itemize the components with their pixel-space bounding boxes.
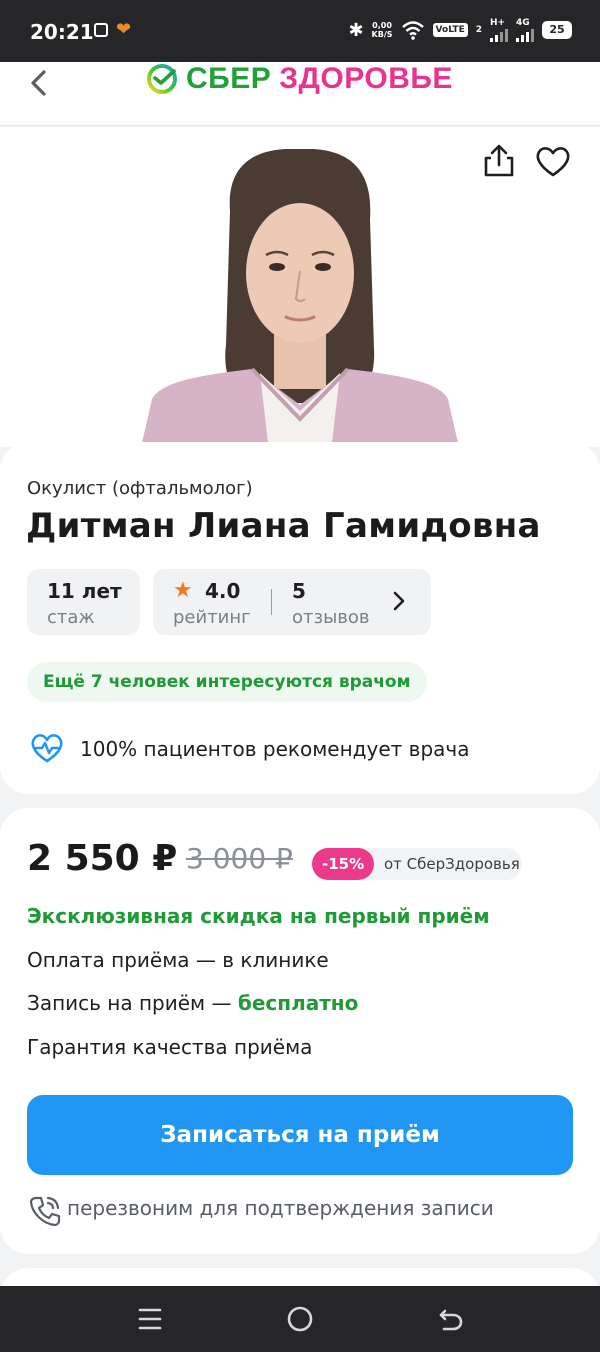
signal-bars-icon xyxy=(490,28,508,42)
logo-text-sber: СБЕР xyxy=(186,62,272,95)
doctor-photo-area xyxy=(0,127,600,447)
bluetooth-icon: ✱ xyxy=(348,19,364,41)
heart-pulse-icon xyxy=(31,734,63,763)
old-price: 3 000 ₽ xyxy=(186,842,293,875)
experience-value: 11 лет xyxy=(47,579,122,603)
rating-value: 4.0 xyxy=(205,579,241,603)
experience-label: стаж xyxy=(47,607,95,628)
chevron-right-icon xyxy=(393,591,405,611)
battery-icon: 25 xyxy=(542,21,572,39)
callback-text: перезвоним для подтверждения записи xyxy=(67,1196,494,1220)
booking-info: Запись на приём — бесплатно xyxy=(27,991,359,1015)
back-icon[interactable] xyxy=(22,66,58,102)
reviews-count: 5 xyxy=(292,579,306,603)
guarantee-info: Гарантия качества приёма xyxy=(27,1035,313,1059)
signal-h-plus: H+ xyxy=(490,18,508,42)
pricing-card: 2 550 ₽ 3 000 ₽ -15% от СберЗдоровья Экс… xyxy=(0,808,600,1254)
doctor-name: Дитман Лиана Гамидовна xyxy=(26,506,541,546)
doctor-photo xyxy=(142,149,458,443)
system-navigation-bar xyxy=(0,1286,600,1352)
app-notification-icon: ❤ xyxy=(116,19,132,40)
nfc-icon xyxy=(94,23,108,37)
doctor-specialty: Окулист (офтальмолог) xyxy=(27,478,253,499)
app-header: СБЕР ЗДОРОВЬЕ xyxy=(0,62,600,126)
phone-callback-icon xyxy=(29,1196,61,1227)
discount-source: от СберЗдоровья xyxy=(384,855,520,873)
star-icon: ★ xyxy=(173,578,193,603)
reviews-label: отзывов xyxy=(292,607,370,628)
divider xyxy=(271,589,272,615)
favorite-heart-icon[interactable] xyxy=(534,143,572,179)
current-price: 2 550 ₽ xyxy=(27,838,178,879)
status-bar: 20:21 ❤ ✱ 0,00 KB/S VoLTE 2 H+ 4G 25 xyxy=(0,0,600,62)
back-nav-icon[interactable] xyxy=(436,1306,464,1334)
discount-chip: -15% от СберЗдоровья xyxy=(312,848,522,880)
wifi-icon xyxy=(401,21,424,40)
payment-info: Оплата приёма — в клинике xyxy=(27,948,329,972)
home-icon[interactable] xyxy=(285,1304,315,1334)
doctor-info-card: Окулист (офтальмолог) Дитман Лиана Гамид… xyxy=(0,442,600,794)
book-appointment-button[interactable]: Записаться на приём xyxy=(27,1095,573,1175)
discount-badge: -15% xyxy=(312,848,375,880)
share-icon[interactable] xyxy=(481,143,517,179)
volte-badge: VoLTE xyxy=(432,23,468,37)
sim2-indicator: 2 xyxy=(475,25,482,35)
exclusive-discount-text: Эксклюзивная скидка на первый приём xyxy=(27,904,490,928)
recommendation-text: 100% пациентов рекомендует врача xyxy=(80,737,470,761)
recent-apps-icon[interactable] xyxy=(136,1306,164,1332)
sberzdorovie-logo: СБЕР ЗДОРОВЬЕ xyxy=(146,62,453,96)
rating-reviews-chip[interactable]: ★ 4.0 рейтинг 5 отзывов xyxy=(153,569,431,635)
experience-chip: 11 лет стаж xyxy=(27,569,140,635)
signal-bars-icon xyxy=(516,28,534,42)
booking-free: бесплатно xyxy=(237,991,359,1015)
network-speed: 0,00 KB/S xyxy=(371,21,393,39)
sber-logo-icon xyxy=(147,64,177,94)
interest-badge: Ещё 7 человек интересуются врачом xyxy=(27,662,427,702)
status-time: 20:21 xyxy=(30,20,94,44)
signal-4g: 4G xyxy=(516,18,534,42)
rating-label: рейтинг xyxy=(173,607,251,628)
logo-text-zdorovie: ЗДОРОВЬЕ xyxy=(279,62,453,95)
